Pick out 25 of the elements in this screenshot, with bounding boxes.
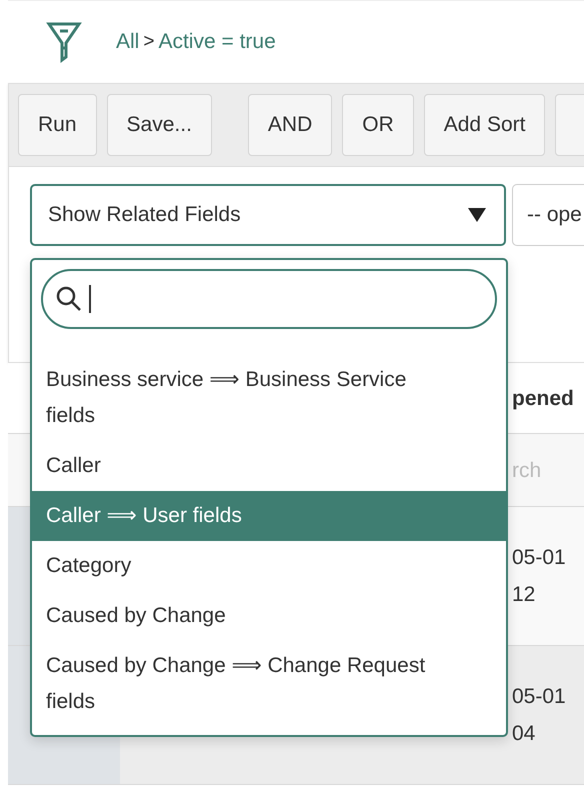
filter-icon[interactable] — [46, 21, 82, 63]
breadcrumb-separator: > — [143, 31, 154, 53]
table-cell-text: 12 — [512, 582, 536, 608]
operator-select[interactable]: -- ope — [512, 184, 584, 246]
dropdown-option[interactable]: Caused by Change ⟹ Change Request fields — [32, 641, 506, 727]
toolbar-button[interactable]: OR — [342, 94, 414, 156]
caret-icon — [468, 208, 486, 222]
toolbar-button[interactable]: AND — [248, 94, 332, 156]
dropdown-option[interactable]: Caller — [32, 441, 506, 491]
toolbar-button[interactable]: Save... — [106, 94, 212, 156]
table-cell-text: 05-01 — [512, 684, 567, 710]
search-icon — [55, 285, 83, 313]
breadcrumb-link[interactable]: All — [116, 30, 140, 54]
table-cell-text: 04 — [512, 721, 536, 747]
toolbar-button[interactable]: Add Sort — [424, 94, 546, 156]
table-cell-text: 05-01 — [512, 545, 567, 571]
field-select[interactable]: Show Related Fields — [30, 184, 506, 246]
column-header[interactable]: pened — [512, 380, 584, 416]
breadcrumb-link[interactable]: Active = true — [158, 30, 276, 54]
toolbar-button[interactable]: Run — [18, 94, 97, 156]
dropdown-option[interactable]: Caused by Change — [32, 591, 506, 641]
dropdown-option[interactable]: Category — [32, 541, 506, 591]
dropdown-option[interactable]: Business service ⟹ Business Service fields — [32, 355, 506, 441]
search-field[interactable] — [41, 269, 497, 329]
dropdown-option[interactable]: Caller ⟹ User fields — [32, 491, 506, 541]
